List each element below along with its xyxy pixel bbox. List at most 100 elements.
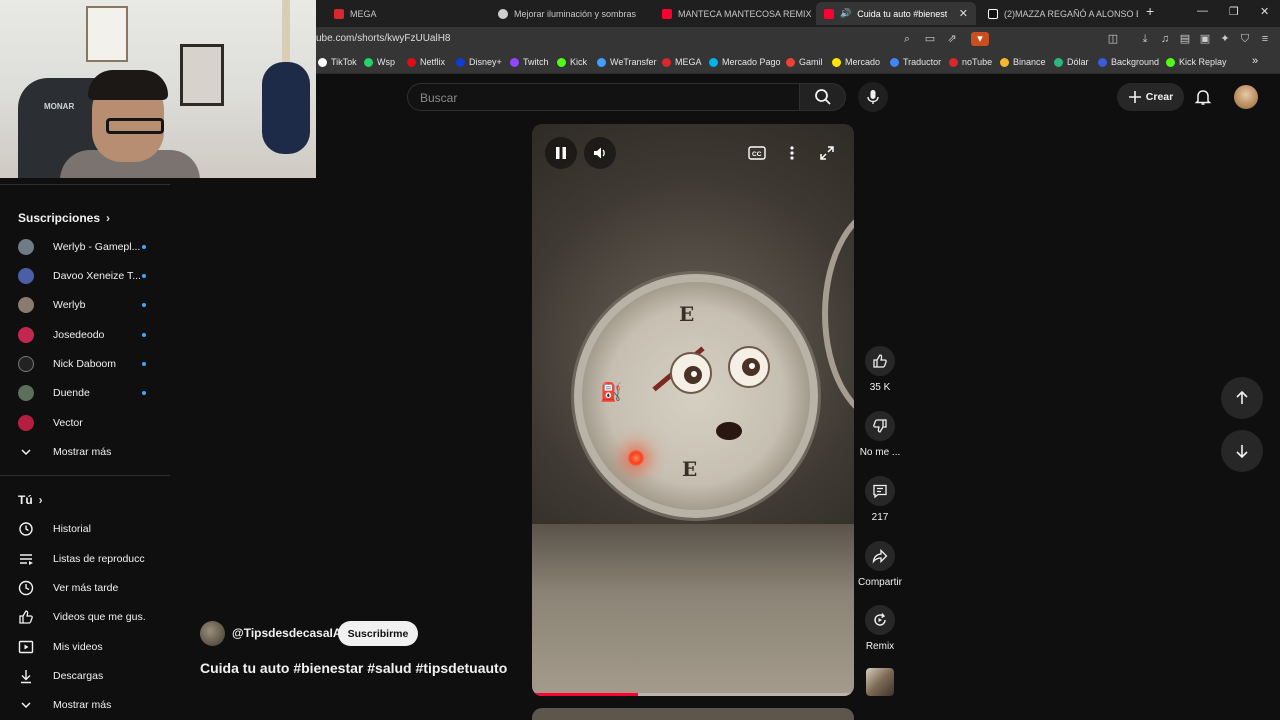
- like-action[interactable]: 35 K: [857, 346, 903, 393]
- sidebar-tab-icon[interactable]: ◫: [1106, 32, 1120, 46]
- divider: [0, 184, 170, 185]
- fullscreen-button[interactable]: [815, 141, 839, 165]
- brave-shield-icon[interactable]: ▾: [971, 32, 989, 46]
- subscribe-button[interactable]: Suscribirme: [338, 621, 418, 646]
- menu-icon[interactable]: ≡: [1258, 32, 1272, 46]
- more-options-button[interactable]: [780, 141, 804, 165]
- bookmark-mercado-pago[interactable]: Mercado Pago: [709, 57, 781, 67]
- sidebar-channel-vector[interactable]: Vector: [18, 413, 168, 433]
- zoom-icon[interactable]: ⌕: [900, 32, 914, 46]
- vpn-icon[interactable]: ⛉: [1238, 32, 1252, 46]
- tab-mega[interactable]: MEGA: [326, 2, 486, 25]
- mega-favicon-icon: [334, 8, 344, 19]
- subscriptions-header[interactable]: Suscripciones ›: [18, 211, 110, 225]
- minimize-button[interactable]: —: [1197, 5, 1208, 17]
- sidebar-channel-werlyb-gameplay[interactable]: Werlyb - Gamepl...: [18, 237, 168, 257]
- channel-avatar[interactable]: [200, 621, 225, 646]
- previous-short-button[interactable]: [1221, 377, 1263, 419]
- sidebar-channel-werlyb[interactable]: Werlyb: [18, 295, 168, 315]
- background-icon: [1098, 57, 1107, 67]
- bookmark-traductor[interactable]: Traductor: [890, 57, 941, 67]
- sidebar-item-watch-later[interactable]: Ver más tarde: [18, 578, 168, 598]
- cast-icon[interactable]: ▭: [923, 32, 937, 46]
- bookmark-gamil[interactable]: Gamil: [786, 57, 823, 67]
- volume-button[interactable]: [584, 137, 616, 169]
- bookmark-wetransfer[interactable]: WeTransfer: [597, 57, 657, 67]
- share-page-icon[interactable]: ⇗: [945, 32, 959, 46]
- user-avatar[interactable]: [1234, 85, 1258, 109]
- sidebar-channel-josedeodo[interactable]: Josedeodo: [18, 325, 168, 345]
- sidebar-item-downloads[interactable]: Descargas: [18, 666, 168, 686]
- channel-avatar: [18, 385, 34, 401]
- dislike-action[interactable]: No me ...: [857, 411, 903, 458]
- reader-icon[interactable]: ▤: [1178, 32, 1192, 46]
- bookmark-tiktok[interactable]: TikTok: [318, 57, 357, 67]
- comments-button[interactable]: [865, 476, 895, 506]
- create-button[interactable]: Crear: [1117, 83, 1184, 111]
- bookmark-disney[interactable]: Disney+: [456, 57, 502, 67]
- you-header[interactable]: Tú ›: [18, 493, 43, 507]
- like-button[interactable]: [865, 346, 895, 376]
- screen: MEGA Mejorar iluminación y sombras MANTE…: [0, 0, 1280, 720]
- maximize-button[interactable]: ❐: [1229, 5, 1239, 18]
- remix-button[interactable]: [865, 605, 895, 635]
- new-tab-button[interactable]: +: [1146, 3, 1154, 19]
- volume-icon: [594, 147, 605, 159]
- share-action[interactable]: Compartir: [857, 541, 903, 588]
- download-icon[interactable]: ⤓: [1138, 32, 1152, 46]
- close-window-button[interactable]: ✕: [1260, 5, 1269, 18]
- sidebar-channel-davoo-xeneize[interactable]: Davoo Xeneize T...: [18, 266, 168, 286]
- video-title[interactable]: Cuida tu auto #bienestar #salud #tipsdet…: [200, 660, 507, 676]
- bookmark-background[interactable]: Background: [1098, 57, 1159, 67]
- disney-icon: [456, 57, 465, 67]
- bookmark-notube[interactable]: noTube: [949, 57, 992, 67]
- shorts-player[interactable]: E E ⛽ CC: [532, 124, 854, 696]
- share-button[interactable]: [865, 541, 895, 571]
- notifications-button[interactable]: [1194, 88, 1212, 111]
- media-icon[interactable]: ♫: [1158, 32, 1172, 46]
- next-short-button[interactable]: [1221, 430, 1263, 472]
- bookmark-kick-replay[interactable]: Kick Replay: [1166, 57, 1227, 67]
- bookmark-kick[interactable]: Kick: [557, 57, 587, 67]
- sidebar-show-more-subscriptions[interactable]: Mostrar más: [18, 442, 168, 462]
- tab-cuida-tu-auto[interactable]: 🔊 Cuida tu auto #bienestar #sa ✕: [816, 2, 976, 25]
- remix-action[interactable]: Remix: [857, 605, 903, 652]
- search-button[interactable]: [800, 83, 846, 111]
- bookmark-mercado[interactable]: Mercado: [832, 57, 880, 67]
- search-input[interactable]: Buscar: [407, 83, 800, 111]
- sidebar-channel-duende[interactable]: Duende: [18, 383, 168, 403]
- bookmark-wsp[interactable]: Wsp: [364, 57, 395, 67]
- bookmark-binance[interactable]: Binance: [1000, 57, 1046, 67]
- fuel-pump-icon: ⛽: [600, 382, 623, 402]
- sidebar-channel-nick-daboom[interactable]: Nick Daboom: [18, 354, 168, 374]
- close-tab-icon[interactable]: ✕: [959, 7, 968, 20]
- tab-mazza-alonso[interactable]: (2)MAZZA REGAÑÓ A ALONSO EN: [980, 2, 1138, 25]
- thumbs-down-icon: [873, 419, 887, 433]
- svg-text:CC: CC: [752, 151, 762, 158]
- channel-name[interactable]: @TipsdesdecasaIA: [232, 626, 342, 640]
- comments-action[interactable]: 217: [857, 476, 903, 523]
- voice-search-button[interactable]: [858, 82, 888, 112]
- bookmark-dolar[interactable]: Dólar: [1054, 57, 1089, 67]
- sidebar-item-history[interactable]: Historial: [18, 519, 168, 539]
- more-bookmarks-button[interactable]: »: [1252, 55, 1258, 67]
- bookmark-mega[interactable]: MEGA: [662, 57, 702, 67]
- tab-manteca-remix[interactable]: MANTECA MANTECOSA REMIX - AL: [654, 2, 812, 25]
- sidebar-show-more-you[interactable]: Mostrar más: [18, 695, 168, 715]
- url-field[interactable]: ube.com/shorts/kwyFzUUalH8: [316, 33, 450, 44]
- sidebar-item-playlists[interactable]: Listas de reproducc...: [18, 549, 168, 569]
- next-short-preview[interactable]: [532, 708, 854, 720]
- pause-button[interactable]: [545, 137, 577, 169]
- captions-button[interactable]: CC: [745, 141, 769, 165]
- sidebar-item-my-videos[interactable]: Mis videos: [18, 637, 168, 657]
- ai-leo-icon[interactable]: ✦: [1218, 32, 1232, 46]
- audio-source-thumbnail[interactable]: [866, 668, 894, 696]
- wallet-icon[interactable]: ▣: [1198, 32, 1212, 46]
- dislike-button[interactable]: [865, 411, 895, 441]
- fullscreen-icon: [820, 146, 834, 160]
- sidebar-item-liked-videos[interactable]: Videos que me gus...: [18, 607, 168, 627]
- bookmark-twitch[interactable]: Twitch: [510, 57, 549, 67]
- tab-mejorar-iluminacion[interactable]: Mejorar iluminación y sombras: [490, 2, 650, 25]
- bookmark-netflix[interactable]: Netflix: [407, 57, 445, 67]
- video-progress-bar[interactable]: [532, 693, 854, 696]
